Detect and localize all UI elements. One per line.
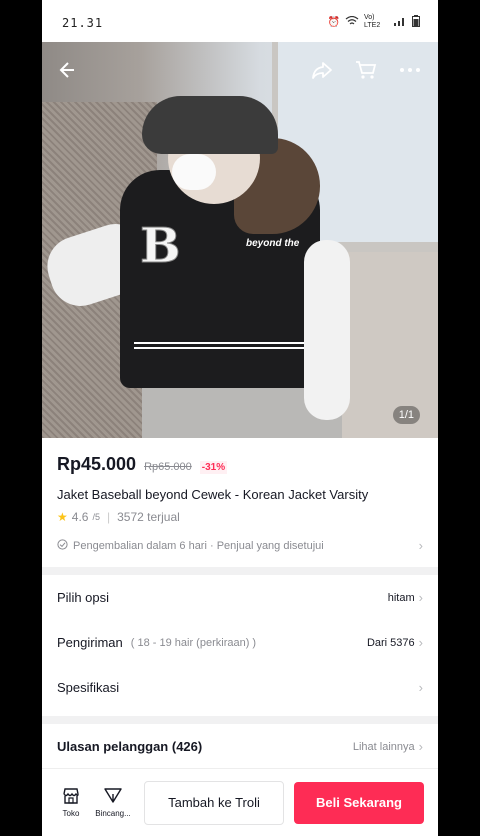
alarm-icon: ⏰ [327, 16, 340, 28]
shop-icon [62, 787, 80, 806]
chat-label: Bincang... [95, 808, 131, 818]
product-image[interactable]: B beyond the 1/1 [42, 42, 438, 438]
chevron-right-icon: › [418, 590, 423, 605]
battery-icon [412, 14, 420, 30]
options-value: hitam [387, 591, 415, 604]
product-title: Jaket Baseball beyond Cewek - Korean Jac… [57, 487, 369, 502]
rating-value: 4.6 [71, 510, 89, 524]
back-icon[interactable] [52, 56, 80, 84]
status-icons: ⏰ Vo) LTE2 [328, 14, 420, 30]
return-policy-text: Pengembalian dalam 6 hari · Penjual yang… [73, 539, 324, 552]
shipping-row[interactable]: Pengiriman ( 18 - 19 hair (perkiraan) ) … [42, 620, 438, 665]
specs-label: Spesifikasi [57, 680, 120, 695]
image-counter: 1/1 [392, 406, 420, 424]
signal-icon [393, 16, 407, 29]
phone-screen: 21.31 ⏰ Vo) LTE2 B beyond the 1/1 Rp45.0… [42, 0, 438, 836]
star-icon: ★ [57, 510, 68, 524]
reviews-row[interactable]: Ulasan pelanggan (426) Lihat lainnya › [42, 724, 438, 769]
bottom-action-bar: Toko Bincang... Tambah ke Troli Beli Sek… [42, 768, 438, 836]
chat-button[interactable]: Bincang... [94, 787, 132, 818]
shipping-value: Dari 5376 [366, 636, 415, 649]
wifi-icon [345, 15, 359, 29]
chat-icon [104, 787, 122, 806]
return-policy-row[interactable]: Pengembalian dalam 6 hari · Penjual yang… [57, 538, 423, 553]
add-to-cart-button[interactable]: Tambah ke Troli [144, 780, 284, 825]
reviews-label: Ulasan pelanggan (426) [57, 739, 203, 754]
return-icon [57, 538, 68, 553]
chevron-right-icon: › [418, 680, 423, 695]
reviews-more-link[interactable]: Lihat lainnya [353, 741, 415, 753]
status-bar: 21.31 ⏰ Vo) LTE2 [42, 0, 438, 42]
network-label: Vo) LTE2 [364, 14, 381, 29]
options-label: Pilih opsi [57, 590, 110, 605]
shop-label: Toko [62, 808, 80, 818]
rating-row[interactable]: ★ 4.6/5 | 3572 terjual [42, 502, 438, 524]
more-icon[interactable] [396, 56, 424, 84]
current-price: Rp45.000 [57, 454, 137, 474]
sold-count: 3572 terjual [117, 510, 180, 524]
jacket-text: beyond the [246, 238, 300, 249]
status-time: 21.31 [62, 16, 104, 30]
options-row[interactable]: Pilih opsi hitam › [42, 575, 438, 620]
jacket-letter: B [140, 218, 182, 275]
price-row: Rp45.000 Rp65.000 -31% [42, 438, 438, 475]
shop-button[interactable]: Toko [52, 787, 90, 818]
specs-row[interactable]: Spesifikasi › [42, 665, 438, 710]
image-top-bar [42, 42, 438, 98]
buy-now-button[interactable]: Beli Sekarang [294, 781, 424, 824]
rating-max: /5 [92, 512, 100, 522]
original-price: Rp65.000 [144, 461, 192, 473]
shipping-label: Pengiriman [57, 635, 123, 650]
chevron-right-icon: › [418, 538, 423, 553]
discount-badge: -31% [199, 461, 228, 474]
chevron-right-icon: › [418, 635, 423, 650]
share-icon[interactable] [308, 56, 336, 84]
shipping-estimate: ( 18 - 19 hair (perkiraan) ) [130, 636, 257, 649]
cart-icon[interactable] [352, 56, 380, 84]
chevron-right-icon: › [418, 739, 423, 754]
